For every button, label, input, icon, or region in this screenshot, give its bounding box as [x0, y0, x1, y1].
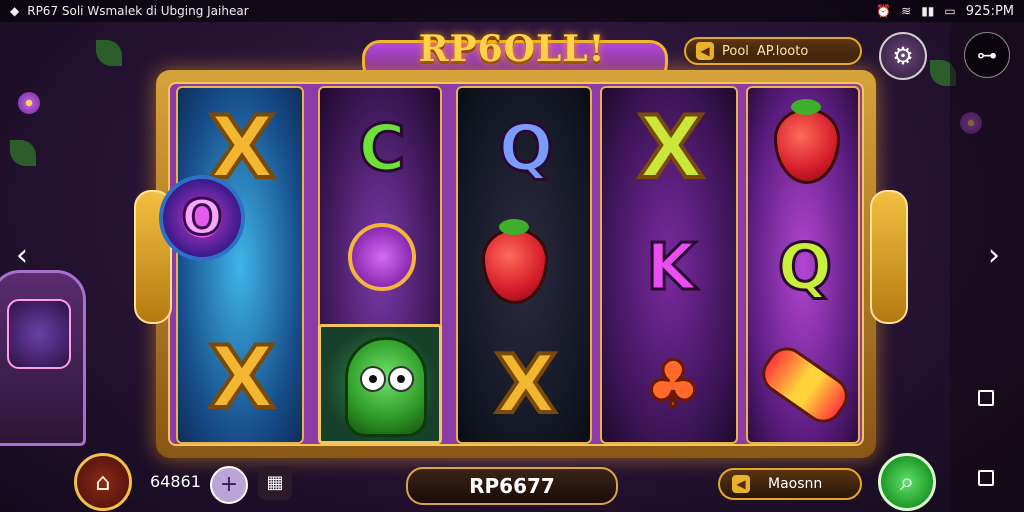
plus-icon: + [219, 472, 239, 497]
alarm-icon: ⏰ [876, 4, 892, 18]
spin-button[interactable]: ⌕ [878, 453, 936, 511]
game-title: RP6OLL! [418, 28, 606, 70]
controller-icon: ⊶ [977, 43, 997, 67]
tube-icon [754, 339, 856, 431]
top-info-pill[interactable]: ◀ Pool AP.looto [684, 37, 862, 65]
bag-icon: ▦ [266, 472, 284, 493]
top-pill-label-2: AP.looto [756, 43, 809, 59]
leaf-decoration [96, 40, 122, 66]
winning-cell [318, 324, 442, 444]
reel-1: X O X [159, 86, 304, 444]
strawberry-symbol [774, 99, 840, 184]
gear-icon: ⚙ [892, 42, 914, 70]
chevron-right-icon[interactable]: › [982, 238, 1006, 274]
reel-3: Q X [456, 86, 592, 444]
amulet-icon [348, 223, 416, 291]
symbol-o-letter: O [180, 189, 224, 248]
coin-icon: ◀ [696, 42, 714, 60]
game-id-display: RP6677 [406, 467, 618, 505]
tube-symbol [754, 339, 856, 431]
arcade-screen [7, 299, 71, 369]
add-credits-button[interactable]: + [210, 466, 248, 504]
balance-value: 64861 [150, 472, 201, 491]
bet-info-label: Maosnn [768, 476, 823, 492]
symbol-k: K [645, 230, 698, 307]
window-button[interactable] [978, 390, 994, 406]
leaf-decoration [10, 140, 36, 166]
owl-eye [388, 366, 414, 392]
home-button[interactable]: ⌂ [74, 453, 132, 511]
home-icon: ⌂ [95, 468, 111, 496]
arcade-machine-decoration [0, 270, 86, 446]
shop-button[interactable]: ▦ [258, 466, 292, 500]
golden-x-symbol: X [493, 336, 559, 433]
amulet-symbol [342, 212, 422, 302]
symbol-q: Q [497, 111, 554, 188]
symbol-c: C [357, 111, 407, 188]
chevron-left-icon[interactable]: ‹ [10, 238, 34, 274]
symbol-x: X [636, 96, 706, 200]
owl-eye [360, 366, 386, 392]
wifi-icon: ≋ [901, 4, 912, 18]
club-symbol: ♣ [643, 347, 703, 424]
bet-info-pill[interactable]: ◀ Maosnn [718, 468, 862, 500]
window-button[interactable] [978, 470, 994, 486]
coin-icon: ◀ [732, 475, 750, 493]
top-pill-label-1: Pool [722, 43, 749, 59]
search-icon: ⌕ [899, 466, 915, 497]
notification-icon: ◆ [10, 4, 20, 18]
symbol-q: Q [776, 230, 833, 307]
status-bar: ◆ RP67 Soli Wsmalek di Ubging Jaihear ⏰ … [0, 0, 1024, 22]
flower-o-badge: O [159, 175, 245, 261]
strawberry-symbol [482, 219, 548, 304]
status-text: RP67 Soli Wsmalek di Ubging Jaihear [27, 4, 249, 18]
menu-button[interactable]: ⊶ [964, 32, 1010, 78]
flower-decoration [18, 92, 40, 114]
settings-button[interactable]: ⚙ [879, 32, 927, 80]
reel-5: Q [746, 86, 860, 444]
clock: 925:PM [965, 3, 1014, 19]
game-logo: RP6OLL! [362, 26, 668, 82]
battery-icon: ▭ [944, 4, 956, 18]
signal-icon: ▮▮ [921, 4, 935, 18]
symbol-x: X [207, 326, 277, 430]
frame-ornament-right [870, 190, 908, 324]
reel-4: X K ♣ [600, 86, 738, 444]
owl-symbol [345, 337, 427, 437]
